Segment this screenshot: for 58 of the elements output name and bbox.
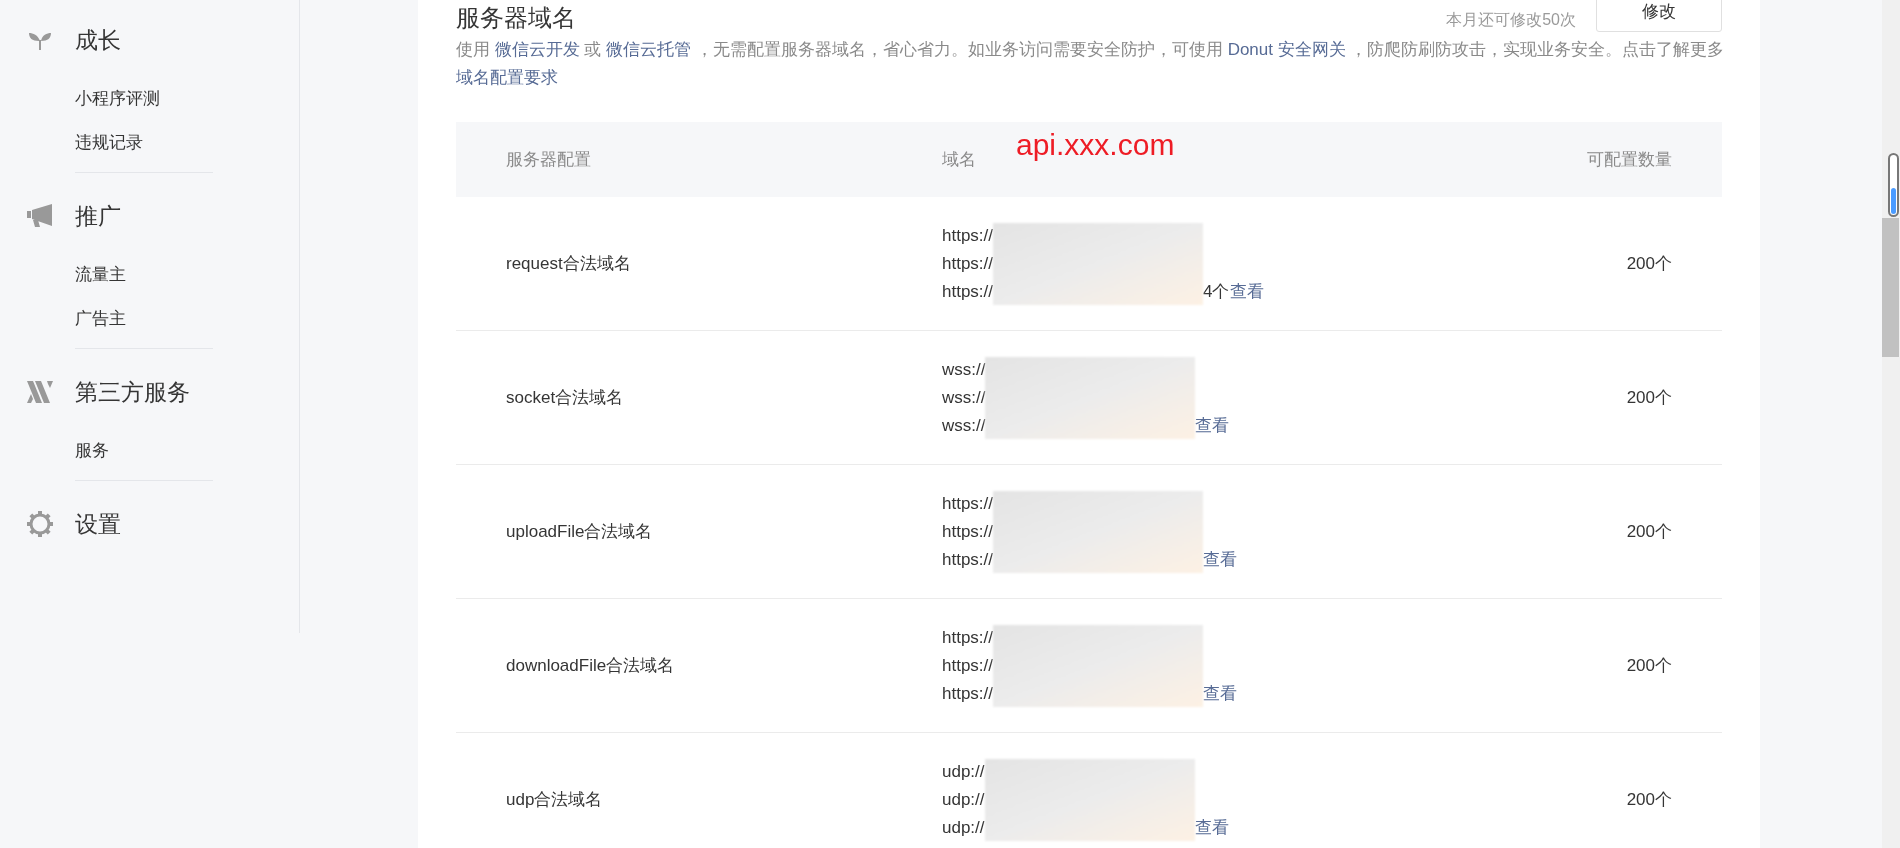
column-header: 服务器配置 (506, 148, 592, 171)
description-text: 使用 微信云开发 或 微信云托管 ，无需配置服务器域名，省心省力。如业务访问需要安全防护，可使用 Donut 安全网关 ，防爬防刷防攻击，实现业务安全。点击了解更多 域名配置要求 (456, 39, 1726, 89)
link[interactable]: Donut 安全网关 (1227, 40, 1346, 59)
table-cell-text: udp合法域名 (506, 788, 604, 811)
table-cell-text: socket合法域名 (506, 386, 625, 409)
link[interactable]: 微信云开发 (494, 40, 580, 59)
domain-text: wss:// (942, 414, 986, 437)
quota-text: 本月还可修改50次 (1446, 10, 1576, 30)
sidebar-section-title[interactable]: 第三方服务 (75, 374, 190, 410)
table-cell-text: downloadFile合法域名 (506, 654, 676, 677)
table-cell-text: 200个 (1626, 654, 1672, 677)
sidebar-item[interactable]: 流量主 (75, 262, 126, 288)
megaphone-icon (26, 204, 53, 228)
domain-text: udp:// (942, 788, 985, 811)
view-link[interactable]: 查看 (1229, 277, 1264, 306)
section-title: 服务器域名 (456, 3, 576, 33)
domain-text: https:// (942, 654, 994, 677)
domain-text: udp:// (942, 816, 985, 839)
table-cell-text: 200个 (1626, 252, 1672, 275)
domain-text: https:// (942, 626, 994, 649)
link[interactable]: 微信云托管 (606, 40, 692, 59)
table-cell-text: uploadFile合法域名 (506, 520, 654, 543)
view-link[interactable]: 查看 (1194, 813, 1229, 842)
domain-text: https:// (942, 520, 994, 543)
domain-text: https:// (942, 682, 994, 705)
domain-text: wss:// (942, 358, 986, 381)
scrollbar-thumb[interactable] (1882, 218, 1899, 357)
sidebar-item[interactable]: 广告主 (75, 306, 126, 332)
domain-text: https:// (942, 252, 994, 275)
link[interactable]: 域名配置要求 (456, 68, 558, 87)
sidebar-item[interactable]: 违规记录 (75, 130, 143, 156)
sprout-icon (28, 30, 51, 50)
domain-text: https:// (942, 224, 994, 247)
table-cell-text: 200个 (1626, 520, 1672, 543)
column-header: 域名 (942, 148, 976, 171)
edit-button[interactable]: 修改 (1596, 0, 1722, 32)
sidebar-item[interactable]: 服务 (75, 438, 109, 464)
sidebar-section-title[interactable]: 成长 (75, 22, 121, 58)
logo-icon (26, 381, 53, 403)
view-link[interactable]: 查看 (1195, 411, 1230, 440)
domain-text: https:// (942, 280, 994, 303)
domain-text: wss:// (942, 386, 986, 409)
table-cell-text: request合法域名 (506, 252, 632, 275)
scroll-indicator-icon (1888, 153, 1899, 217)
settings-icon (25, 510, 54, 538)
sidebar-section-title[interactable]: 设置 (75, 506, 121, 542)
view-link[interactable]: 查看 (1203, 545, 1238, 574)
column-header: 可配置数量 (1587, 148, 1672, 171)
count-text: 4个 (1203, 280, 1230, 303)
table-cell-text: 200个 (1626, 788, 1672, 811)
annotation-text: api.xxx.com (1016, 127, 1175, 163)
view-link[interactable]: 查看 (1203, 679, 1238, 708)
sidebar-item[interactable]: 小程序评测 (75, 86, 160, 112)
table-cell-text: 200个 (1626, 386, 1672, 409)
domain-text: udp:// (942, 760, 985, 783)
domain-text: https:// (942, 492, 994, 515)
domain-text: https:// (942, 548, 994, 571)
sidebar-section-title[interactable]: 推广 (75, 198, 121, 234)
